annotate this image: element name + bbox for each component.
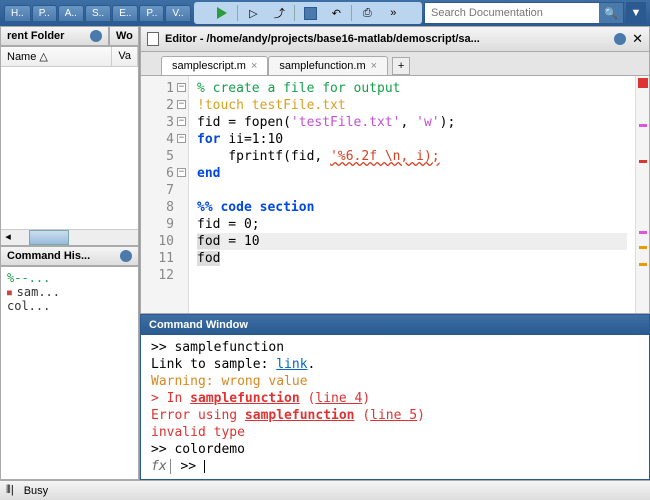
document-icon <box>147 32 159 46</box>
code-line[interactable] <box>197 267 627 284</box>
error-summary-icon <box>638 78 648 88</box>
command-history-panel: %--...sam...col... <box>0 266 139 480</box>
toolstrip-tab[interactable]: A.. <box>58 5 84 21</box>
file-tab[interactable]: samplescript.m × <box>161 56 268 75</box>
command-prompt[interactable]: fx >> <box>151 458 639 475</box>
command-output-line: Link to sample: link. <box>151 356 639 373</box>
code-editor[interactable]: 1−2−3−4−56−789101112 % create a file for… <box>140 75 650 314</box>
more-button[interactable]: » <box>382 3 404 23</box>
current-folder-header[interactable]: rent Folder <box>0 26 109 46</box>
save-button[interactable] <box>299 3 321 23</box>
search-button[interactable]: 🔍 <box>599 3 623 23</box>
horizontal-scrollbar[interactable]: ◂ <box>1 229 138 245</box>
step-out-button[interactable]: ⤴ <box>268 3 290 23</box>
command-output-line: >> colordemo <box>151 441 639 458</box>
toolstrip-tab[interactable]: P.. <box>32 5 57 21</box>
status-text: Busy <box>24 485 48 497</box>
divider <box>294 5 295 21</box>
main-content: rent Folder Wo Name △ Va ◂ Command His..… <box>0 26 650 480</box>
code-line[interactable]: fid = 0; <box>197 216 627 233</box>
command-window-body[interactable]: >> samplefunctionLink to sample: link.Wa… <box>141 335 649 479</box>
folder-column-headers: Name △ Va <box>1 47 138 67</box>
code-line[interactable]: for ii=1:10 <box>197 131 627 148</box>
command-window-titlebar: Command Window <box>141 315 649 335</box>
left-dock: rent Folder Wo Name △ Va ◂ Command His..… <box>0 26 140 480</box>
step-button[interactable]: ▷ <box>242 3 264 23</box>
file-tab-label: samplefunction.m <box>279 60 365 72</box>
quick-access-toolbar: ▷ ⤴ ↶ ⎙ » <box>194 2 422 24</box>
current-folder-title: rent Folder <box>7 30 64 42</box>
undo-button[interactable]: ↶ <box>325 3 347 23</box>
command-window-title: Command Window <box>149 319 248 331</box>
history-item[interactable]: sam... <box>7 285 132 299</box>
code-line[interactable]: %% code section <box>197 199 627 216</box>
code-line[interactable] <box>197 182 627 199</box>
panel-menu-icon[interactable] <box>120 250 132 262</box>
command-output-line: >> samplefunction <box>151 339 639 356</box>
code-line[interactable]: fod = 10 <box>197 233 627 250</box>
history-item[interactable]: %--... <box>7 271 132 285</box>
run-button[interactable] <box>211 3 233 23</box>
command-output-line: Error using samplefunction (line 5) <box>151 407 639 424</box>
toolstrip-tab[interactable]: H.. <box>4 5 31 21</box>
code-line[interactable]: % create a file for output <box>197 80 627 97</box>
history-item[interactable]: col... <box>7 299 132 313</box>
editor-close-button[interactable]: ✕ <box>632 31 643 47</box>
search-input[interactable] <box>425 7 599 19</box>
message-bar[interactable] <box>635 76 649 313</box>
code-line[interactable]: fod <box>197 250 627 267</box>
current-folder-panel: Name △ Va ◂ <box>0 46 139 246</box>
status-indicator-icon: ⦀| <box>6 484 14 497</box>
history-list[interactable]: %--...sam...col... <box>1 267 138 317</box>
panel-menu-icon[interactable] <box>90 30 102 42</box>
command-window: Command Window >> samplefunctionLink to … <box>140 314 650 480</box>
toolstrip-tab[interactable]: P.. <box>139 5 164 21</box>
fx-icon: fx <box>151 459 171 474</box>
code-body[interactable]: % create a file for output!touch testFil… <box>189 76 635 313</box>
toolstrip-collapse-button[interactable]: ▼ <box>626 2 646 24</box>
statusbar: ⦀| Busy <box>0 480 650 500</box>
name-column-header[interactable]: Name △ <box>1 47 112 66</box>
print-button[interactable]: ⎙ <box>356 3 378 23</box>
search-icon: 🔍 <box>604 7 618 20</box>
main-toolbar: H..P..A..S..E..P..V.. ▷ ⤴ ↶ ⎙ » 🔍 ▼ <box>0 0 650 26</box>
toolstrip-tabs: H..P..A..S..E..P..V.. <box>4 5 192 21</box>
code-line[interactable]: fprintf(fid, '%6.2f \n, i); <box>197 148 627 165</box>
toolstrip-tab[interactable]: S.. <box>85 5 111 21</box>
file-tab-label: samplescript.m <box>172 60 246 72</box>
value-column-header[interactable]: Va <box>112 47 138 66</box>
command-history-header[interactable]: Command His... <box>0 246 139 266</box>
workspace-tab[interactable]: Wo <box>109 26 139 46</box>
command-output-line: invalid type <box>151 424 639 441</box>
right-content: Editor - /home/andy/projects/base16-matl… <box>140 26 650 480</box>
command-output-line: Warning: wrong value <box>151 373 639 390</box>
play-icon <box>217 7 227 19</box>
code-line[interactable]: fid = fopen('testFile.txt', 'w'); <box>197 114 627 131</box>
code-line[interactable]: end <box>197 165 627 182</box>
divider <box>351 5 352 21</box>
close-tab-icon[interactable]: × <box>251 60 257 72</box>
editor-file-tabs: samplescript.m × samplefunction.m × + <box>140 52 650 75</box>
editor-titlebar: Editor - /home/andy/projects/base16-matl… <box>140 26 650 52</box>
panel-menu-icon[interactable] <box>614 33 626 45</box>
close-tab-icon[interactable]: × <box>371 60 377 72</box>
toolstrip-tab[interactable]: V.. <box>165 5 190 21</box>
folder-list-body[interactable] <box>1 67 138 229</box>
line-gutter: 1−2−3−4−56−789101112 <box>141 76 189 313</box>
save-icon <box>304 7 317 20</box>
command-history-title: Command His... <box>7 250 90 262</box>
file-tab[interactable]: samplefunction.m × <box>268 56 388 75</box>
code-line[interactable]: !touch testFile.txt <box>197 97 627 114</box>
command-output-line: > In samplefunction (line 4) <box>151 390 639 407</box>
divider <box>237 5 238 21</box>
new-tab-button[interactable]: + <box>392 57 410 75</box>
search-documentation-box: 🔍 <box>424 2 624 24</box>
toolstrip-tab[interactable]: E.. <box>112 5 138 21</box>
editor-title: Editor - /home/andy/projects/base16-matl… <box>165 33 608 45</box>
